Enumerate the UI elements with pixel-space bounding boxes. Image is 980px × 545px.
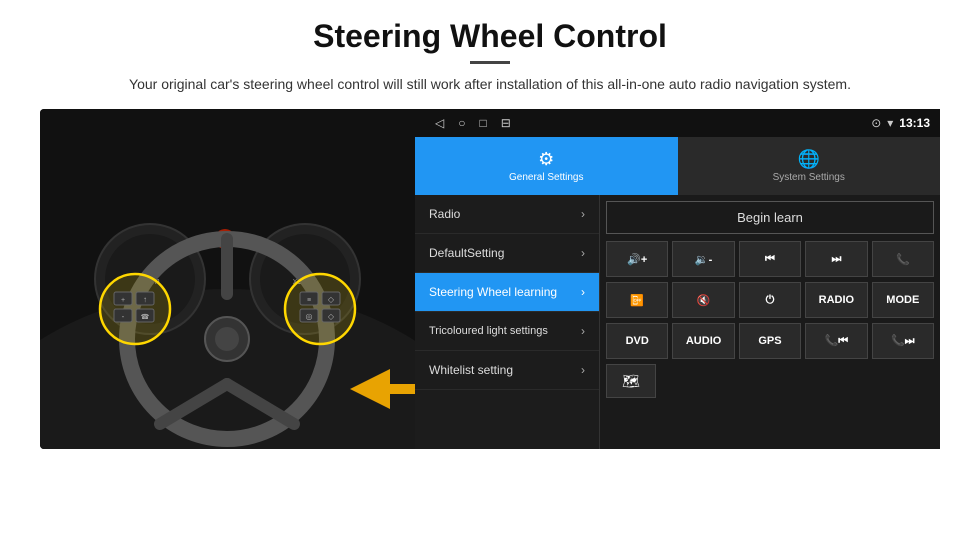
dvd-button[interactable]: DVD [606,323,668,359]
phone-next-icon: 📞⏭ [891,334,915,348]
svg-text:◇: ◇ [328,295,335,304]
cast-icon: ⊟ [501,116,511,130]
next-track-button[interactable]: ⏭ [805,241,867,277]
menu-item-steering[interactable]: Steering Wheel learning › [415,273,599,312]
svg-text:+: + [121,297,125,304]
begin-learn-row: Begin learn [606,201,934,234]
phone-answer-button[interactable]: 📞 [872,241,934,277]
tab-bar: ⚙ General Settings 🌐 System Settings [415,137,940,195]
prev-track-icon: ⏮ [765,253,775,266]
status-bar: ◁ ○ □ ⊟ ⊙ ▾ 13:13 [415,109,940,137]
begin-learn-button[interactable]: Begin learn [606,201,934,234]
status-right: ⊙ ▾ 13:13 [871,116,930,130]
volume-down-icon: 🔉- [695,253,712,266]
power-icon: ⏻ [766,294,775,307]
chevron-icon: › [581,285,585,299]
mode-button[interactable]: MODE [872,282,934,318]
radio-label: RADIO [819,294,854,306]
phone-prev-icon: 📞⏮ [825,334,849,348]
navi-icon: 🗺 [622,373,640,390]
mute-icon: 🔇 [697,294,711,307]
volume-down-button[interactable]: 🔉- [672,241,734,277]
tab-general-label: General Settings [509,172,584,183]
menu-item-whitelist[interactable]: Whitelist setting › [415,351,599,390]
controls-row4: 🗺 [606,364,934,398]
menu-item-radio[interactable]: Radio › [415,195,599,234]
content-area: Radio › DefaultSetting › Steering Wheel … [415,195,940,449]
dvd-label: DVD [626,335,649,347]
tab-system-label: System Settings [773,172,845,183]
power-button[interactable]: ⏻ [739,282,801,318]
gps-button[interactable]: GPS [739,323,801,359]
square-icon: □ [479,116,486,130]
svg-text:◇: ◇ [328,312,335,321]
tab-system[interactable]: 🌐 System Settings [678,137,941,195]
phone-prev-button[interactable]: 📞⏮ [805,323,867,359]
audio-label: AUDIO [686,335,721,347]
location-icon: ⊙ [871,116,881,130]
steering-wheel-area: km/h x1000 + [40,109,415,449]
android-ui: ◁ ○ □ ⊟ ⊙ ▾ 13:13 ⚙ General Settings [415,109,940,449]
phone-icon: 📞 [896,253,910,266]
next-track-icon: ⏭ [831,253,841,266]
status-time: 13:13 [899,116,930,130]
wifi-icon: ▾ [887,116,893,130]
volume-up-icon: 🔊+ [627,253,647,266]
chevron-icon: › [581,207,585,221]
phone-next-button[interactable]: 📞⏭ [872,323,934,359]
svg-text:☎: ☎ [141,313,150,321]
menu-item-default[interactable]: DefaultSetting › [415,234,599,273]
controls-row2: 📴 🔇 ⏻ RADIO MODE [606,282,934,318]
system-settings-icon: 🌐 [798,149,820,170]
gps-label: GPS [758,335,781,347]
home-circle-icon: ○ [458,116,465,130]
title-divider [470,61,510,64]
page-title: Steering Wheel Control [313,18,667,55]
mute-button[interactable]: 🔇 [672,282,734,318]
audio-button[interactable]: AUDIO [672,323,734,359]
menu-panel: Radio › DefaultSetting › Steering Wheel … [415,195,600,449]
tab-general[interactable]: ⚙ General Settings [415,137,678,195]
chevron-icon: › [581,363,585,377]
general-settings-icon: ⚙ [538,149,554,170]
chevron-icon: › [581,324,585,338]
controls-row3: DVD AUDIO GPS 📞⏮ 📞⏭ [606,323,934,359]
back-arrow-icon: ◁ [435,116,444,130]
controls-row1: 🔊+ 🔉- ⏮ ⏭ 📞 [606,241,934,277]
volume-up-button[interactable]: 🔊+ [606,241,668,277]
main-content: km/h x1000 + [40,109,940,449]
svg-text:◎: ◎ [306,312,313,321]
svg-text:-: - [122,312,125,321]
hang-up-button[interactable]: 📴 [606,282,668,318]
page-subtitle: Your original car's steering wheel contr… [129,74,851,95]
hang-up-icon: 📴 [630,294,644,307]
prev-track-button[interactable]: ⏮ [739,241,801,277]
radio-mode-button[interactable]: RADIO [805,282,867,318]
mode-label: MODE [886,294,919,306]
chevron-icon: › [581,246,585,260]
svg-text:↑: ↑ [143,295,147,304]
navi-button[interactable]: 🗺 [606,364,656,398]
controls-panel: Begin learn 🔊+ 🔉- ⏮ [600,195,940,449]
svg-text:≡: ≡ [307,297,311,304]
menu-item-tricoloured[interactable]: Tricoloured light settings › [415,312,599,351]
status-bar-left: ◁ ○ □ ⊟ [435,116,511,130]
